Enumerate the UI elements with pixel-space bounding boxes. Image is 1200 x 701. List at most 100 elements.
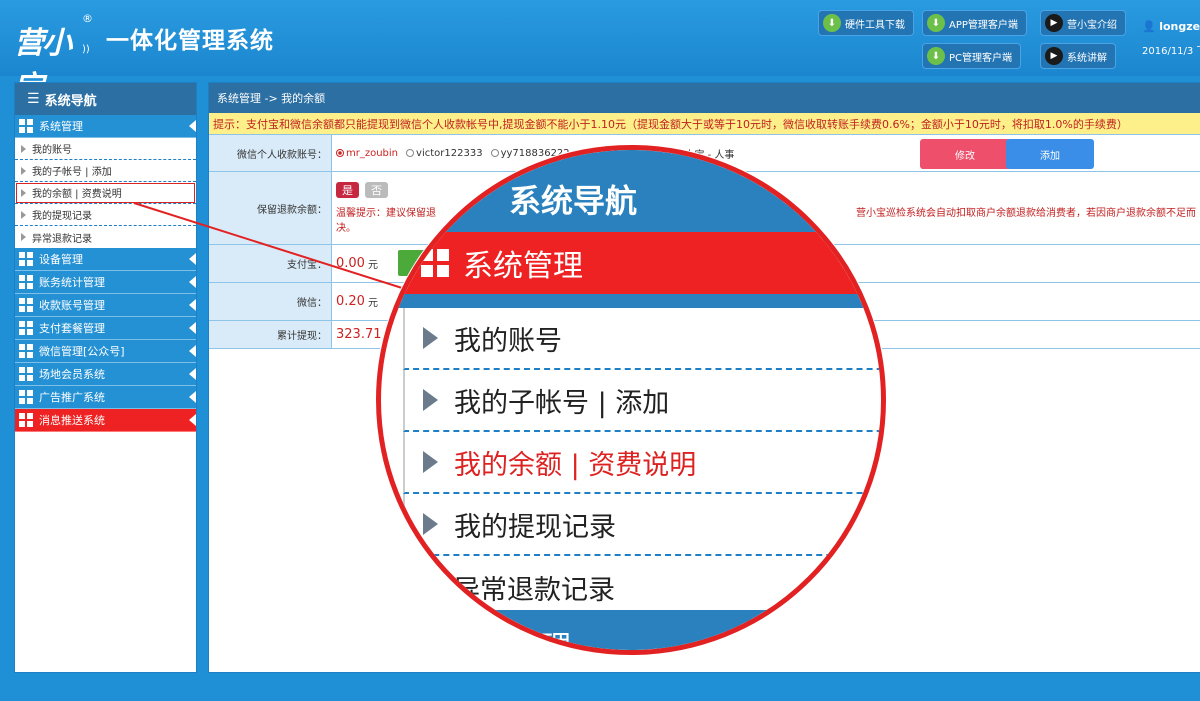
- signal-waves-icon: )): [82, 44, 90, 55]
- hardware-download-label: 硬件工具下载: [845, 19, 905, 31]
- wechat-account-label: 微信个人收款账号：: [209, 135, 332, 171]
- zoom-group-label: 系统管理: [463, 249, 583, 284]
- logo-mark: 营小宝 ® )): [14, 12, 94, 105]
- zoom-item-refund-errors: 异常退款记录: [403, 556, 881, 618]
- nav-group-payee-accounts[interactable]: 收款账号管理: [15, 294, 196, 317]
- nav-group-wechat[interactable]: 微信管理[公众号]: [15, 340, 196, 363]
- caret-right-icon: [21, 166, 26, 175]
- reserve-yes-toggle[interactable]: 是: [336, 182, 359, 198]
- nav-group-advertising[interactable]: 广告推广系统: [15, 386, 196, 409]
- sidebar-nav: ☰ 系统导航 系统管理 我的账号 我的子帐号 | 添加 我的余额 | 资费说明 …: [14, 82, 197, 673]
- grid-icon: [19, 119, 33, 133]
- zoom-item-my-account: 我的账号: [403, 308, 881, 370]
- nav-group-venue-members[interactable]: 场地会员系统: [15, 363, 196, 386]
- nav-group-label: 收款账号管理: [39, 299, 105, 312]
- zoom-item-my-sub-account: 我的子帐号 | 添加: [403, 370, 881, 432]
- app-header: 营小宝 ® )) 一体化管理系统 ⬇ 硬件工具下载 ⬇ APP管理客户端 ▶ 营…: [0, 0, 1200, 105]
- sidebar-item-label: 异常退款记录: [32, 233, 92, 245]
- nav-group-accounting[interactable]: 账务统计管理: [15, 271, 196, 294]
- zoom-nav-title: 系统导航: [381, 150, 881, 232]
- sidebar-title: 系统导航: [44, 93, 97, 109]
- sidebar-item-my-account[interactable]: 我的账号: [15, 138, 196, 160]
- download-icon: ⬇: [927, 14, 945, 32]
- sidebar-item-label: 我的账号: [32, 145, 72, 156]
- zoom-item-my-withdraw: 我的提现记录: [403, 494, 881, 556]
- caret-right-icon: [21, 233, 26, 241]
- user-info[interactable]: 👤 longze： 2016/11/3 下: [1142, 18, 1200, 57]
- zoom-magnifier: 系统导航 系统管理 我的账号 我的子帐号 | 添加 我的余额 | 资费说明 我的…: [376, 145, 886, 655]
- download-icon: ⬇: [823, 14, 841, 32]
- caret-right-icon: [423, 389, 438, 411]
- brand-logo: 营小宝 ® )) 一体化管理系统: [14, 10, 274, 105]
- reserve-refund-label: 保留退款余额：: [209, 172, 332, 244]
- currency-unit: 元: [367, 260, 378, 271]
- grid-icon: [19, 367, 33, 381]
- grid-icon: [19, 390, 33, 404]
- app-footer: [0, 681, 1200, 701]
- grid-icon: [421, 249, 449, 277]
- nav-group-label: 支付套餐管理: [39, 322, 105, 335]
- tutorial-button[interactable]: ▶ 系统讲解: [1040, 43, 1116, 69]
- intro-label: 营小宝介绍: [1067, 19, 1117, 31]
- nav-group-label: 账务统计管理: [39, 276, 105, 289]
- nav-group-label: 广告推广系统: [39, 391, 105, 404]
- sidebar-item-my-balance[interactable]: 我的余额 | 资费说明: [15, 182, 196, 204]
- pc-client-button[interactable]: ⬇ PC管理客户端: [922, 43, 1022, 69]
- sidebar-item-label: 我的提现记录: [32, 211, 92, 222]
- caret-right-icon: [423, 327, 438, 349]
- currency-unit: 元: [367, 298, 378, 309]
- caret-right-icon: [21, 144, 26, 153]
- nav-group-label: 系统管理: [39, 120, 83, 133]
- edit-button[interactable]: 修改: [920, 139, 1010, 169]
- wechat-amount: 0.20: [336, 294, 365, 309]
- zoom-nav-group-system: 系统管理: [381, 232, 881, 294]
- app-client-label: APP管理客户端: [949, 19, 1018, 31]
- reserve-tip-end: 决。: [336, 223, 356, 234]
- reserve-tip-continued: 营小宝巡检系统会自动扣取商户余额退款给消费者，若因商户退款余额不足而: [856, 208, 1196, 219]
- app-client-button[interactable]: ⬇ APP管理客户端: [922, 10, 1027, 36]
- download-icon: ⬇: [927, 47, 945, 65]
- caret-right-icon: [423, 451, 438, 473]
- nav-group-label: 微信管理[公众号]: [39, 345, 125, 358]
- app-title: 一体化管理系统: [106, 28, 274, 54]
- total-withdraw-amount: 323.71: [336, 327, 382, 342]
- user-icon: 👤: [1142, 20, 1156, 33]
- hardware-download-button[interactable]: ⬇ 硬件工具下载: [818, 10, 914, 36]
- user-name: longze：: [1159, 20, 1200, 33]
- list-menu-icon: ☰: [27, 91, 40, 107]
- notice-banner: 提示：支付宝和微信余额都只能提现到微信个人收款帐号中,提现金额不能小于1.10元…: [209, 113, 1200, 135]
- breadcrumb: 系统管理 -> 我的余额: [209, 83, 1200, 113]
- nav-group-label: 场地会员系统: [39, 368, 105, 381]
- sidebar-item-my-withdraw[interactable]: 我的提现记录: [15, 204, 196, 226]
- registered-icon: ®: [82, 12, 93, 25]
- nav-group-label: 消息推送系统: [39, 414, 105, 427]
- nav-group-label: 设备管理: [39, 253, 83, 266]
- tutorial-label: 系统讲解: [1067, 52, 1107, 64]
- alipay-label: 支付宝：: [209, 245, 332, 282]
- radio-checked-icon: [336, 149, 344, 157]
- pc-client-label: PC管理客户端: [949, 52, 1013, 64]
- sidebar-item-my-sub-account[interactable]: 我的子帐号 | 添加: [15, 160, 196, 182]
- nav-group-devices[interactable]: 设备管理: [15, 248, 196, 271]
- wechat-label: 微信：: [209, 283, 332, 320]
- nav-group-push-messages[interactable]: 消息推送系统: [15, 409, 196, 432]
- grid-icon: [19, 321, 33, 335]
- nav-group-system[interactable]: 系统管理: [15, 115, 196, 138]
- zoom-divider: [381, 294, 881, 308]
- nav-group-payment-plans[interactable]: 支付套餐管理: [15, 317, 196, 340]
- grid-icon: [19, 252, 33, 266]
- alipay-amount: 0.00: [336, 256, 365, 271]
- sidebar-header: ☰ 系统导航: [15, 83, 196, 115]
- zoom-next-group: 务管理: [381, 610, 881, 650]
- play-icon: ▶: [1045, 14, 1063, 32]
- total-withdraw-label: 累计提现：: [209, 321, 332, 348]
- zoom-item-list: 我的账号 我的子帐号 | 添加 我的余额 | 资费说明 我的提现记录 异常退款记…: [403, 308, 881, 618]
- grid-icon: [19, 413, 33, 427]
- grid-icon: [19, 298, 33, 312]
- caret-right-icon: [21, 188, 26, 197]
- intro-button[interactable]: ▶ 营小宝介绍: [1040, 10, 1126, 36]
- current-date: 2016/11/3 下: [1142, 46, 1200, 57]
- sidebar-item-refund-errors[interactable]: 异常退款记录: [15, 226, 196, 248]
- add-button[interactable]: 添加: [1006, 139, 1094, 169]
- caret-right-icon: [423, 513, 438, 535]
